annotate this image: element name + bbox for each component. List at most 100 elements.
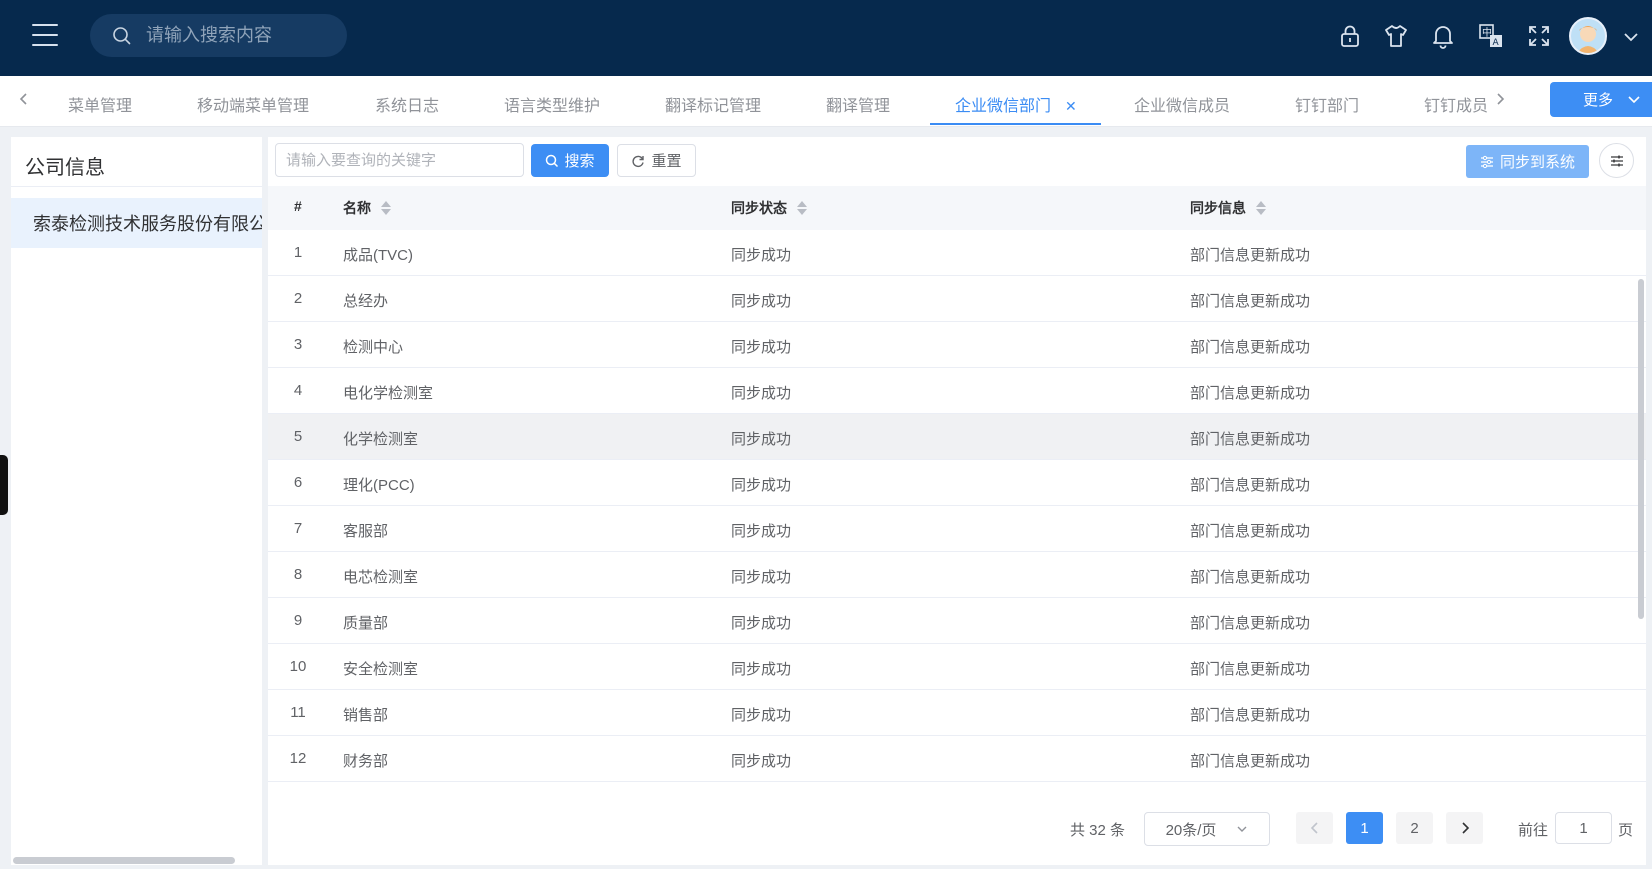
tree-node-company[interactable]: 索泰检测技术服务股份有限公司 xyxy=(11,198,262,248)
tree-node-label: 索泰检测技术服务股份有限公司 xyxy=(33,214,262,234)
tab-menu-management[interactable]: 菜单管理 xyxy=(68,92,132,116)
cell-sync-info: 部门信息更新成功 xyxy=(1190,247,1311,264)
tab-translation-management[interactable]: 翻译管理 xyxy=(826,92,890,116)
cell-sync-info: 部门信息更新成功 xyxy=(1190,569,1311,586)
chevron-left-icon xyxy=(1310,822,1318,834)
menu-icon[interactable] xyxy=(32,24,58,46)
header-info-label: 同步信息 xyxy=(1190,200,1246,216)
tab-translation-tags[interactable]: 翻译标记管理 xyxy=(665,92,761,116)
cell-sync-info: 部门信息更新成功 xyxy=(1190,385,1311,402)
cell-index: 9 xyxy=(293,612,303,629)
sort-icon[interactable] xyxy=(1256,201,1266,215)
page-button-2[interactable]: 2 xyxy=(1396,812,1433,844)
sort-icon[interactable] xyxy=(381,201,391,215)
tab-wecom-departments[interactable]: 企业微信部门 ✕ xyxy=(955,92,1077,116)
cell-sync-status: 同步成功 xyxy=(731,339,792,356)
close-icon[interactable]: ✕ xyxy=(1065,98,1077,115)
chevron-down-icon[interactable] xyxy=(1622,28,1640,46)
page-suffix: 页 xyxy=(1618,822,1634,839)
tabs-scroll-left-icon[interactable] xyxy=(14,88,34,110)
keyword-input[interactable] xyxy=(275,143,524,177)
table-row[interactable]: 10 安全检测室 同步成功 部门信息更新成功 xyxy=(268,644,1646,690)
translate-icon[interactable]: 中A xyxy=(1477,22,1505,50)
cell-index: 5 xyxy=(293,428,303,445)
horizontal-scrollbar[interactable] xyxy=(13,857,235,864)
cell-sync-info: 部门信息更新成功 xyxy=(1190,477,1311,494)
sliders-icon xyxy=(1610,155,1623,166)
cell-sync-status: 同步成功 xyxy=(731,477,792,494)
cell-index: 12 xyxy=(289,750,307,767)
sync-to-system-button[interactable]: 同步到系统 xyxy=(1466,145,1589,178)
search-button-label: 搜索 xyxy=(564,153,595,170)
tab-wecom-members[interactable]: 企业微信成员 xyxy=(1134,92,1230,116)
tab-strip: 菜单管理 移动端菜单管理 系统日志 语言类型维护 翻译标记管理 翻译管理 企业微… xyxy=(0,76,1652,127)
cell-sync-status: 同步成功 xyxy=(731,707,792,724)
prev-page-button[interactable] xyxy=(1296,812,1333,844)
table-row[interactable]: 6 理化(PCC) 同步成功 部门信息更新成功 xyxy=(268,460,1646,506)
table-row[interactable]: 4 电化学检测室 同步成功 部门信息更新成功 xyxy=(268,368,1646,414)
reset-button[interactable]: 重置 xyxy=(617,144,696,177)
tab-system-log[interactable]: 系统日志 xyxy=(375,92,439,116)
cell-name: 安全检测室 xyxy=(343,661,419,678)
cell-name: 电芯检测室 xyxy=(343,569,419,586)
cell-index: 1 xyxy=(293,244,303,261)
cell-sync-info: 部门信息更新成功 xyxy=(1190,615,1311,632)
tab-dingtalk-departments[interactable]: 钉钉部门 xyxy=(1295,92,1359,116)
cell-sync-info: 部门信息更新成功 xyxy=(1190,293,1311,310)
header-sync-info[interactable]: 同步信息 xyxy=(1190,198,1266,218)
goto-page-input[interactable] xyxy=(1555,812,1612,844)
column-settings-button[interactable] xyxy=(1599,143,1634,178)
cell-name: 质量部 xyxy=(343,615,389,632)
cell-name: 财务部 xyxy=(343,753,389,770)
sort-icon[interactable] xyxy=(797,201,807,215)
tab-dingtalk-members[interactable]: 钉钉成员 xyxy=(1424,92,1488,116)
vertical-scrollbar[interactable] xyxy=(1638,279,1644,619)
table-row[interactable]: 3 检测中心 同步成功 部门信息更新成功 xyxy=(268,322,1646,368)
table-row[interactable]: 8 电芯检测室 同步成功 部门信息更新成功 xyxy=(268,552,1646,598)
shirt-icon[interactable] xyxy=(1382,22,1410,50)
header-name[interactable]: 名称 xyxy=(343,198,391,218)
next-page-button[interactable] xyxy=(1446,812,1483,844)
page-size-value: 20条/页 xyxy=(1165,821,1217,839)
tab-mobile-menu-management[interactable]: 移动端菜单管理 xyxy=(197,92,309,116)
table-row[interactable]: 2 总经办 同步成功 部门信息更新成功 xyxy=(268,276,1646,322)
top-navbar: 中A xyxy=(0,0,1652,76)
avatar[interactable] xyxy=(1569,17,1607,55)
table-row[interactable]: 9 质量部 同步成功 部门信息更新成功 xyxy=(268,598,1646,644)
page-button-1[interactable]: 1 xyxy=(1346,812,1383,844)
active-tab-indicator xyxy=(930,123,1101,125)
cell-sync-status: 同步成功 xyxy=(731,247,792,264)
sync-button-label: 同步到系统 xyxy=(1499,154,1575,171)
cell-sync-status: 同步成功 xyxy=(731,615,792,632)
cell-sync-status: 同步成功 xyxy=(731,569,792,586)
cell-sync-status: 同步成功 xyxy=(731,523,792,540)
bell-icon[interactable] xyxy=(1429,22,1457,50)
divider xyxy=(11,186,262,187)
cell-sync-status: 同步成功 xyxy=(731,293,792,310)
search-button[interactable]: 搜索 xyxy=(531,144,609,177)
chevron-down-icon xyxy=(1237,826,1247,832)
table-row[interactable]: 11 销售部 同步成功 部门信息更新成功 xyxy=(268,690,1646,736)
header-sync-status[interactable]: 同步状态 xyxy=(731,198,807,218)
global-search-input[interactable] xyxy=(146,25,326,46)
more-tabs-button[interactable]: 更多 xyxy=(1550,82,1652,117)
tab-language-types[interactable]: 语言类型维护 xyxy=(504,92,600,116)
tabs-scroll-right-icon[interactable] xyxy=(1490,88,1510,110)
cell-name: 电化学检测室 xyxy=(343,385,434,402)
table-row[interactable]: 7 客服部 同步成功 部门信息更新成功 xyxy=(268,506,1646,552)
fullscreen-icon[interactable] xyxy=(1525,22,1553,50)
cell-name: 化学检测室 xyxy=(343,431,419,448)
svg-text:A: A xyxy=(1493,38,1500,48)
tab-label: 企业微信部门 xyxy=(955,98,1052,115)
global-search[interactable] xyxy=(90,14,347,57)
table-row[interactable]: 1 成品(TVC) 同步成功 部门信息更新成功 xyxy=(268,230,1646,276)
cell-name: 理化(PCC) xyxy=(343,477,415,494)
lock-icon[interactable] xyxy=(1336,22,1364,50)
panel-resize-handle[interactable] xyxy=(0,455,8,515)
cell-index: 6 xyxy=(293,474,303,491)
table-row[interactable]: 12 财务部 同步成功 部门信息更新成功 xyxy=(268,736,1646,782)
cell-index: 11 xyxy=(290,704,306,721)
cell-sync-info: 部门信息更新成功 xyxy=(1190,339,1311,356)
table-row[interactable]: 5 化学检测室 同步成功 部门信息更新成功 xyxy=(268,414,1646,460)
page-size-select[interactable]: 20条/页 xyxy=(1144,812,1270,846)
